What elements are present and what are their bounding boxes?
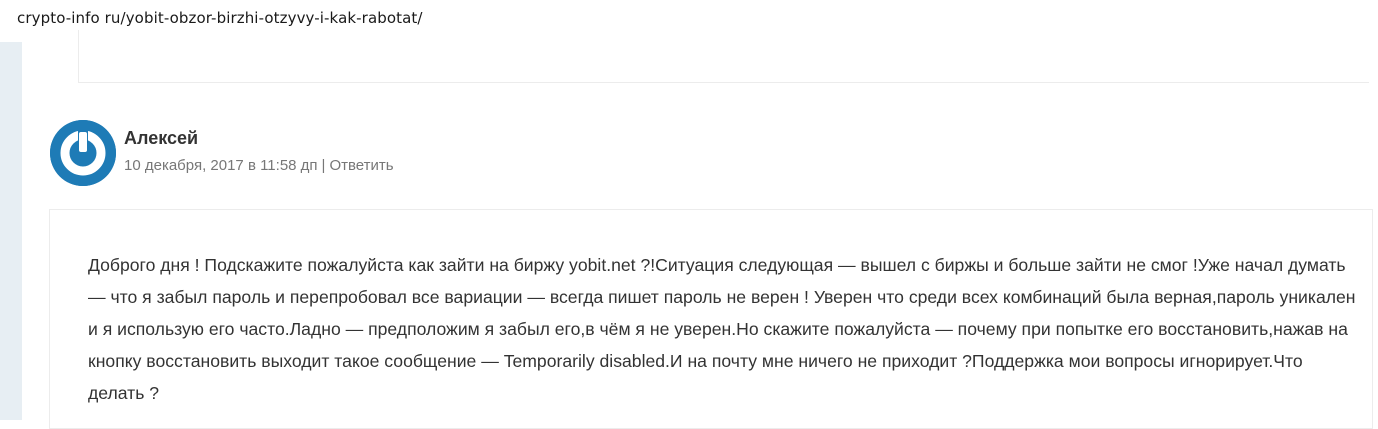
comment-meta: 10 декабря, 2017 в 11:58 дп | Ответить xyxy=(124,157,394,174)
comment-text: Доброго дня ! Подскажите пожалуйста как … xyxy=(88,255,1356,403)
comment-date[interactable]: 10 декабря, 2017 в 11:58 дп xyxy=(124,157,318,174)
comment-body-box: Доброго дня ! Подскажите пожалуйста как … xyxy=(49,209,1373,429)
left-sidebar-rail xyxy=(0,42,22,420)
power-button-icon xyxy=(50,120,116,186)
meta-separator: | xyxy=(321,157,326,174)
reply-link[interactable]: Ответить xyxy=(329,157,393,174)
avatar xyxy=(50,120,116,186)
page-url: crypto-info ru/yobit-obzor-birzhi-otzyvy… xyxy=(17,9,423,27)
comment-author: Алексей xyxy=(124,128,199,148)
previous-comment-box xyxy=(78,30,1369,83)
